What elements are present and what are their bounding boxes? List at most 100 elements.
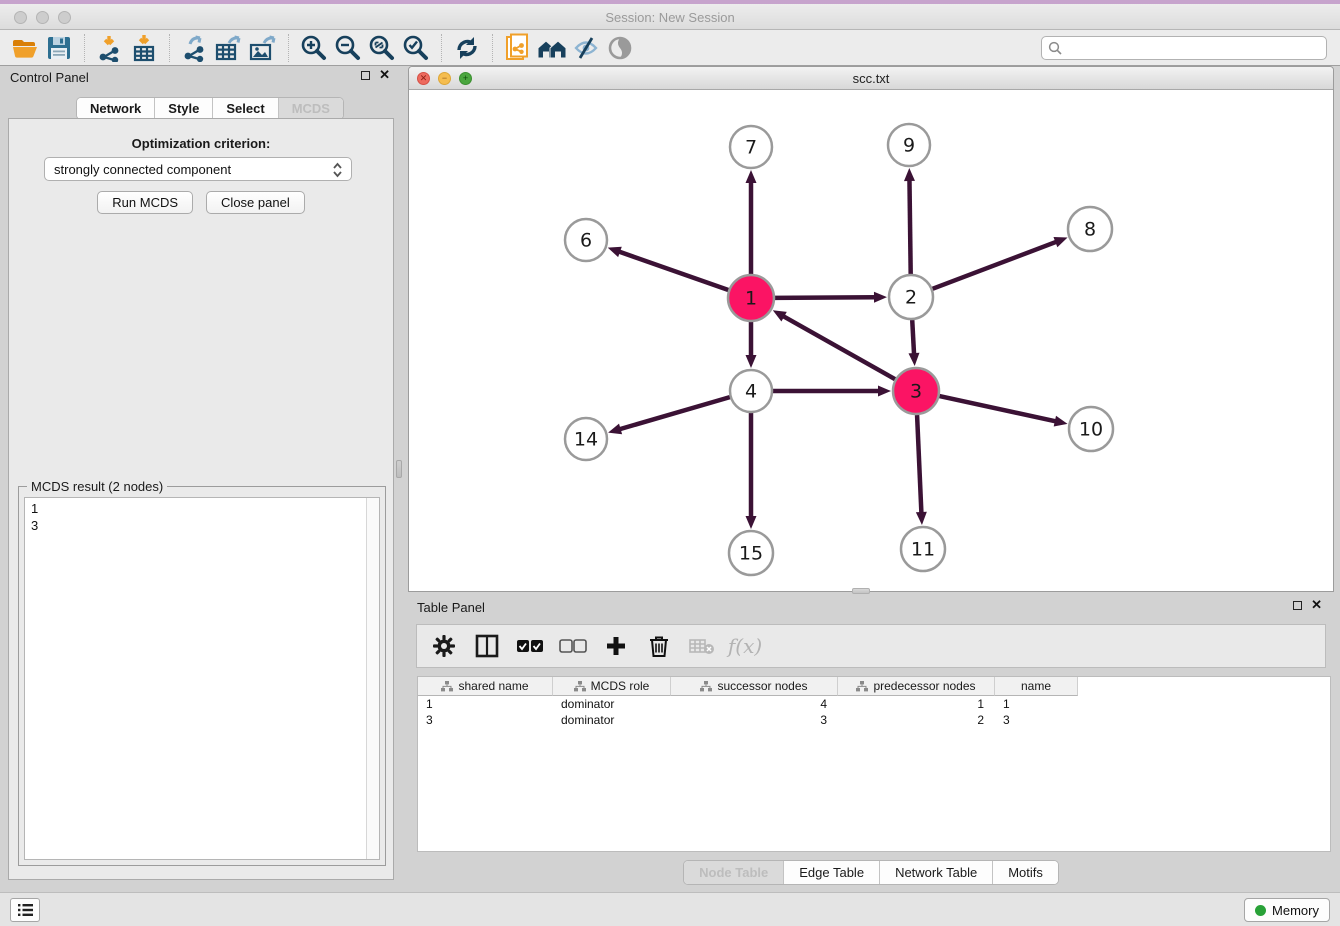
import-network-icon[interactable]	[93, 33, 127, 63]
zoom-out-icon[interactable]	[331, 33, 365, 63]
first-neighbors-icon[interactable]	[535, 33, 569, 63]
tab-motifs[interactable]: Motifs	[993, 861, 1058, 884]
graph-node-label: 14	[574, 429, 598, 451]
table-cell[interactable]: dominator	[553, 696, 671, 712]
tab-mcds[interactable]: MCDS	[279, 98, 343, 119]
optimization-criterion-select[interactable]: strongly connected component	[44, 157, 352, 181]
hide-selected-icon[interactable]	[569, 33, 603, 63]
apply-layout-icon[interactable]	[450, 33, 484, 63]
mcds-result-groupbox: MCDS result (2 nodes) 1 3	[18, 486, 386, 866]
table-cell[interactable]: 2	[838, 712, 995, 728]
result-scrollbar[interactable]	[366, 498, 379, 859]
table-cell[interactable]: dominator	[553, 712, 671, 728]
add-column-icon[interactable]	[601, 630, 631, 662]
open-file-icon[interactable]	[8, 33, 42, 63]
delete-column-icon[interactable]	[644, 630, 674, 662]
graph-edge-arrowhead	[1053, 237, 1067, 247]
table-cell[interactable]: 4	[671, 696, 838, 712]
graph-node-label: 8	[1084, 219, 1096, 241]
table-tabs: Node Table Edge Table Network Table Moti…	[683, 860, 1059, 885]
mcds-result-textarea[interactable]: 1 3	[24, 497, 380, 860]
deselect-all-icon[interactable]	[558, 630, 588, 662]
node-table: shared name MCDS role successor nodes pr…	[417, 676, 1331, 852]
tab-node-table[interactable]: Node Table	[684, 861, 784, 884]
graph-edge-arrowhead	[904, 168, 915, 181]
search-input[interactable]	[1041, 36, 1327, 60]
graph-node-label: 4	[745, 381, 757, 403]
save-session-icon[interactable]	[42, 33, 76, 63]
table-options-gear-icon[interactable]	[429, 630, 459, 662]
run-mcds-button[interactable]: Run MCDS	[97, 191, 193, 214]
close-panel-button[interactable]: Close panel	[206, 191, 305, 214]
column-header-name[interactable]: name	[995, 677, 1078, 696]
export-image-icon[interactable]	[246, 33, 280, 63]
search-icon	[1048, 41, 1063, 61]
table-row[interactable]: 3dominator323	[418, 712, 1330, 728]
horizontal-splitter-handle[interactable]	[852, 588, 870, 594]
graph-node-label: 11	[911, 539, 935, 561]
zoom-selected-icon[interactable]	[399, 33, 433, 63]
graph-edge-2-8[interactable]	[933, 241, 1058, 288]
task-history-button[interactable]	[10, 898, 40, 922]
table-rows: 1dominator4113dominator323	[418, 696, 1330, 728]
export-network-icon[interactable]	[178, 33, 212, 63]
graph-edge-arrowhead	[608, 424, 622, 435]
graph-edge-arrowhead	[916, 512, 927, 525]
graph-edge-3-11[interactable]	[917, 415, 921, 514]
column-header-predecessor-nodes[interactable]: predecessor nodes	[838, 677, 995, 696]
import-table-icon[interactable]	[127, 33, 161, 63]
graph-edge-3-10[interactable]	[939, 396, 1056, 421]
graph-edge-arrowhead	[908, 353, 919, 366]
graph-edge-3-1[interactable]	[782, 316, 895, 380]
control-panel-float-icon[interactable]	[361, 71, 370, 80]
table-cell[interactable]: 3	[671, 712, 838, 728]
select-stepper-icon	[332, 162, 343, 181]
table-cell[interactable]: 3	[995, 712, 1078, 728]
column-header-shared-name[interactable]: shared name	[418, 677, 553, 696]
graph-edge-4-14[interactable]	[619, 397, 730, 429]
tab-style[interactable]: Style	[155, 98, 213, 119]
graph-edge-arrowhead	[608, 247, 622, 257]
vertical-splitter-handle[interactable]	[396, 460, 402, 478]
zoom-in-icon[interactable]	[297, 33, 331, 63]
graph-node-label: 1	[745, 288, 757, 310]
memory-label: Memory	[1272, 903, 1319, 918]
table-header: shared name MCDS role successor nodes pr…	[418, 677, 1330, 696]
zoom-fit-icon[interactable]	[365, 33, 399, 63]
graph-edge-2-9[interactable]	[909, 179, 910, 274]
control-panel-close-icon[interactable]: ✕	[379, 70, 390, 80]
tab-edge-table[interactable]: Edge Table	[784, 861, 880, 884]
graph-edge-1-2[interactable]	[775, 297, 876, 298]
table-panel-title: Table Panel	[417, 600, 485, 615]
new-network-from-file-icon[interactable]	[501, 33, 535, 63]
column-type-icon	[700, 681, 712, 692]
select-all-icon[interactable]	[515, 630, 545, 662]
table-cell[interactable]: 1	[418, 696, 553, 712]
delete-table-icon[interactable]	[687, 630, 717, 662]
tab-network-table[interactable]: Network Table	[880, 861, 993, 884]
tab-network[interactable]: Network	[77, 98, 155, 119]
table-row[interactable]: 1dominator411	[418, 696, 1330, 712]
column-header-successor-nodes[interactable]: successor nodes	[671, 677, 838, 696]
graph-edge-2-3[interactable]	[912, 320, 914, 355]
graph-node-label: 10	[1079, 419, 1103, 441]
window-title: Session: New Session	[0, 10, 1340, 25]
table-cell[interactable]: 1	[995, 696, 1078, 712]
table-cell[interactable]: 3	[418, 712, 553, 728]
graph-edge-arrowhead	[746, 355, 757, 368]
column-header-mcds-role[interactable]: MCDS role	[553, 677, 671, 696]
table-cell[interactable]: 1	[838, 696, 995, 712]
export-table-icon[interactable]	[212, 33, 246, 63]
graph-edge-1-6[interactable]	[618, 251, 728, 290]
graph-node-label: 3	[910, 381, 922, 403]
table-panel-float-icon[interactable]	[1293, 601, 1302, 610]
graph-edge-arrowhead	[878, 386, 891, 397]
column-view-icon[interactable]	[472, 630, 502, 662]
function-builder-icon[interactable]: f(x)	[730, 630, 760, 662]
memory-button[interactable]: Memory	[1244, 898, 1330, 922]
graph-node-label: 9	[903, 135, 915, 157]
show-all-icon[interactable]	[603, 33, 637, 63]
network-canvas[interactable]: 7968124314101511	[409, 90, 1333, 591]
table-panel-close-icon[interactable]: ✕	[1311, 600, 1322, 610]
tab-select[interactable]: Select	[213, 98, 278, 119]
